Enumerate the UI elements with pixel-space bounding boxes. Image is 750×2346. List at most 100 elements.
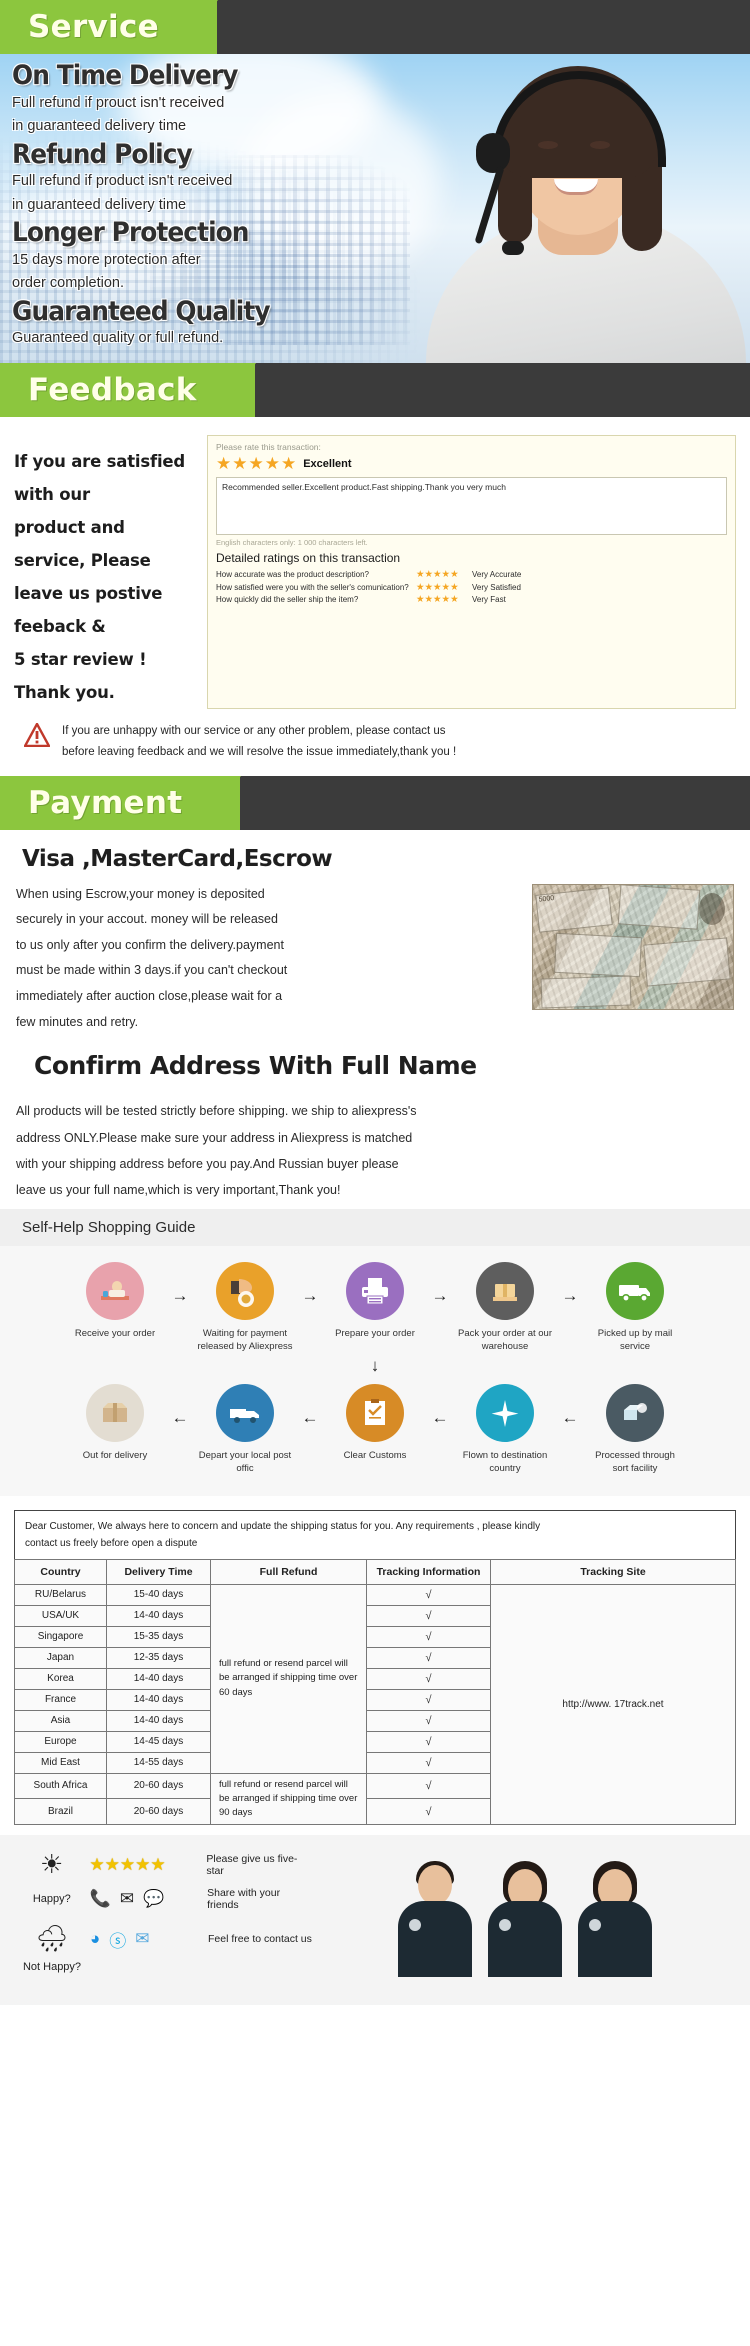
printer-icon (346, 1262, 404, 1321)
cell-country: Asia (14, 1709, 107, 1732)
five-stars[interactable]: ★★★★★ (89, 1855, 206, 1875)
contact-text: Feel free to contact us (208, 1933, 312, 1946)
banknote (554, 932, 642, 977)
cell-refund-90: full refund or resend parcel will be arr… (210, 1772, 367, 1826)
payment-line-2: to us only after you confirm the deliver… (16, 937, 284, 952)
arrow-right-icon: → (171, 1286, 189, 1306)
cell-time: 14-40 days (106, 1688, 211, 1711)
overall-rating-label: Excellent (303, 457, 352, 470)
guide-step[interactable]: Clear Customs (327, 1383, 423, 1463)
guide-step[interactable]: Out for delivery (67, 1383, 163, 1463)
five-stars-icon[interactable]: ★★★★★ (89, 1855, 165, 1875)
envelope-icon[interactable]: ✉ (120, 1889, 134, 1909)
detail-question-1: How satisfied were you with the seller's… (216, 582, 409, 592)
cell-time: 14-55 days (106, 1751, 211, 1774)
cell-tracking: √ (366, 1730, 491, 1753)
rate-transaction-hint: Please rate this transaction: (216, 442, 321, 452)
detail-stars-0[interactable]: ★★★★★ (416, 570, 472, 580)
rain-cloud-icon: 🌧 (14, 1925, 90, 1953)
cell-time: 20-60 days (106, 1798, 211, 1826)
banknote (617, 884, 701, 930)
guide-step[interactable]: Receive your order (67, 1262, 163, 1341)
guide-step[interactable]: Flown to destination country (457, 1383, 553, 1476)
guide-step-label: Processed through sort facility (595, 1449, 675, 1474)
share-icons: 📞 ✉ 💬 (90, 1889, 207, 1909)
cell-tracking: √ (366, 1667, 491, 1690)
arrow-right-icon: → (431, 1286, 449, 1306)
service-line-0-0: Full refund if prouct isn't received (12, 94, 225, 111)
payment-banner: Payment (0, 775, 750, 830)
cell-time: 14-40 days (106, 1667, 211, 1690)
chat-bubble-icon[interactable]: 💬 (143, 1889, 164, 1909)
guide-step-label: Out for delivery (82, 1449, 148, 1461)
address-line-2: with your shipping address before you pa… (16, 1156, 399, 1171)
detail-value-2: Very Fast (472, 595, 506, 605)
shipping-section: Dear Customer, We always here to concern… (0, 1496, 750, 1836)
warning-triangle-icon (24, 723, 50, 747)
cell-tracking: √ (366, 1798, 491, 1826)
parcel-box-icon (86, 1383, 144, 1442)
cell-country: South Africa (14, 1772, 107, 1800)
guide-step[interactable]: Depart your local post offic (197, 1383, 293, 1476)
cell-time: 14-40 days (106, 1709, 211, 1732)
arrow-left-icon: ← (431, 1407, 449, 1427)
headset-earcup-icon (476, 133, 510, 173)
staff-member-1 (393, 1861, 477, 1978)
arrow-right-icon: → (561, 1286, 579, 1306)
address-paragraph: All products will be tested strictly bef… (0, 1098, 750, 1209)
not-happy-line-2: Not Happy? (14, 1961, 314, 1973)
cell-country: Brazil (14, 1798, 107, 1826)
service-banner-tag: Service (0, 0, 218, 54)
cell-country: France (14, 1688, 107, 1711)
staff-member-2 (483, 1861, 567, 1978)
guide-title: Self-Help Shopping Guide (22, 1219, 196, 1237)
happy-label: Happy? (32, 1893, 71, 1906)
contact-icons: ◕ ⓢ ✉ (90, 1927, 208, 1952)
cell-country: Singapore (14, 1625, 107, 1648)
headset-mic-icon (502, 241, 524, 255)
service-heading-2: Longer Protection (12, 217, 249, 248)
service-line-2-0: 15 days more protection after (12, 251, 201, 268)
review-textarea[interactable]: Recommended seller.Excellent product.Fas… (216, 477, 727, 535)
skype-icon[interactable]: ⓢ (109, 1927, 126, 1952)
guide-step[interactable]: Waiting for payment released by Aliexpre… (197, 1262, 293, 1354)
guide-step[interactable]: Processed through sort facility (587, 1383, 683, 1476)
feedback-warning-text: If you are unhappy with our service or a… (62, 721, 456, 764)
guide-step[interactable]: Prepare your order (327, 1262, 423, 1341)
detail-question-0: How accurate was the product description… (216, 570, 369, 580)
guide-step-label: Picked up by mail service (597, 1328, 673, 1353)
guide-step-label: Pack your order at our warehouse (458, 1328, 552, 1353)
detail-stars-1[interactable]: ★★★★★ (416, 582, 472, 593)
payment-line-5: few minutes and retry. (16, 1014, 139, 1029)
feedback-banner-label: Feedback (28, 372, 197, 408)
phone-ring-icon[interactable]: 📞 (90, 1889, 111, 1909)
guide-row-2: Out for delivery ← Depart your local pos… (10, 1383, 740, 1476)
guide-step[interactable]: Picked up by mail service (587, 1262, 683, 1354)
feedback-request-line-2: leave us postive feeback & (14, 584, 163, 636)
service-banner-label: Service (28, 9, 159, 45)
detail-stars-2[interactable]: ★★★★★ (416, 595, 472, 605)
banknote (540, 974, 632, 1009)
feedback-row: If you are satisfied with our product an… (0, 435, 750, 709)
cell-tracking: √ (366, 1709, 491, 1732)
cell-country: Korea (14, 1667, 107, 1690)
service-line-1-1: in guaranteed delivery time (12, 196, 187, 213)
feedback-request-line-3: 5 star review ! Thank you. (14, 650, 147, 702)
detailed-ratings-title: Detailed ratings on this transaction (216, 551, 401, 565)
staff-member-3 (573, 1861, 657, 1978)
cell-tracking-site[interactable]: http://www. 17track.net (490, 1583, 736, 1826)
currency-photo: 5000 (532, 883, 734, 1010)
overall-stars-icon[interactable]: ★★★★★ (216, 455, 297, 472)
payment-section: Visa ,MasterCard,Escrow When using Escro… (0, 830, 750, 1099)
not-happy-block: 🌧 ◕ ⓢ ✉ Feel free to contact us Not Happ… (14, 1925, 314, 1973)
mail-icon[interactable]: ✉ (135, 1929, 149, 1949)
guide-step[interactable]: Pack your order at our warehouse (457, 1262, 553, 1354)
share-text: Share with your friends (207, 1887, 281, 1912)
sorting-icon (606, 1383, 664, 1442)
payment-line-0: When using Escrow,your money is deposite… (16, 886, 265, 901)
arrow-down-icon: ↓ (370, 1355, 380, 1375)
feedback-request-line-1: product and service, Please (14, 518, 151, 570)
payment-content-row: When using Escrow,your money is deposite… (16, 882, 734, 1036)
staff-photo (314, 1861, 736, 1978)
trademanager-icon[interactable]: ◕ (90, 1929, 100, 1949)
